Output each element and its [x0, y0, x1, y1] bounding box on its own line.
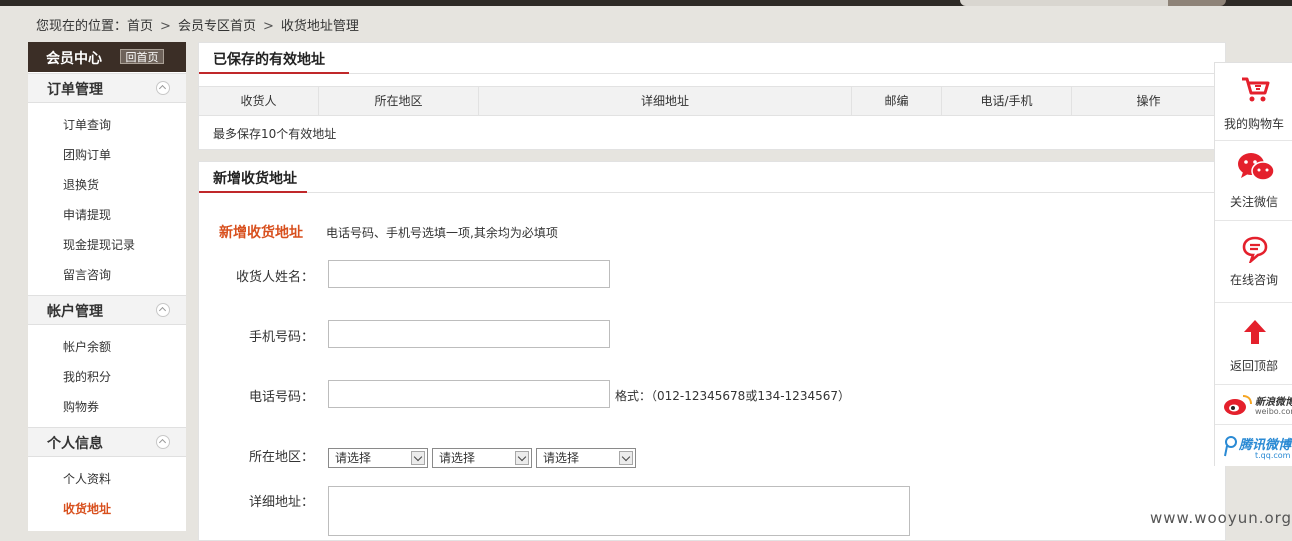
- shopping-cart-icon: [1242, 77, 1270, 102]
- chevron-down-icon[interactable]: [411, 451, 425, 465]
- region-label: 所在地区：: [248, 450, 314, 465]
- tencent-weibo-icon: [1224, 436, 1237, 457]
- sidebar-header: 会员中心 回首页: [28, 42, 186, 72]
- saved-addresses-panel: 已保存的有效地址 收货人 所在地区 详细地址 邮编 电话/手机 操作 最多保存1…: [198, 42, 1226, 150]
- form-title: 新增收货地址: [219, 225, 303, 241]
- form-hint: 电话号码、手机号选填一项,其余均为必填项: [326, 226, 558, 240]
- tencent-weibo-link[interactable]: 腾讯微博 t.qq.com: [1215, 425, 1292, 467]
- panel-title-bar: 已保存的有效地址: [199, 43, 1225, 74]
- sina-weibo-icon: [1224, 395, 1252, 415]
- address-label: 详细地址：: [248, 495, 314, 510]
- detailed-address-textarea[interactable]: [328, 486, 910, 536]
- breadcrumb-prefix: 您现在的位置：: [36, 19, 128, 34]
- max-address-note: 最多保存10个有效地址: [213, 127, 337, 141]
- address-table-header: 收货人 所在地区 详细地址 邮编 电话/手机 操作: [199, 86, 1225, 116]
- chevron-down-icon[interactable]: [515, 451, 529, 465]
- column-header: 电话/手机: [942, 87, 1072, 115]
- sidebar-item-withdraw-records[interactable]: 现金提现记录: [63, 235, 135, 255]
- search-button[interactable]: [1168, 0, 1226, 6]
- district-select[interactable]: 请选择: [536, 448, 636, 468]
- sidebar-item-order-query[interactable]: 订单查询: [63, 115, 111, 135]
- chevron-up-icon[interactable]: [156, 435, 170, 449]
- select-value: 请选择: [335, 451, 372, 465]
- sidebar-section-title: 订单管理: [47, 82, 103, 98]
- wechat-icon: [1238, 153, 1275, 181]
- sidebar-item-balance[interactable]: 帐户余额: [63, 337, 111, 357]
- breadcrumb-current: 收货地址管理: [280, 19, 359, 34]
- sidebar-item-points[interactable]: 我的积分: [63, 367, 111, 387]
- sidebar-section-title: 个人信息: [47, 436, 103, 452]
- consult-label: 在线咨询: [1229, 273, 1278, 287]
- sidebar-item-returns[interactable]: 退换货: [63, 175, 99, 195]
- column-header: 详细地址: [479, 87, 852, 115]
- search-input[interactable]: [960, 0, 1170, 6]
- chevron-down-icon[interactable]: [619, 451, 633, 465]
- title-underline: [199, 191, 307, 193]
- panel-title-bar: 新增收货地址: [199, 162, 1225, 193]
- breadcrumb-home-link[interactable]: 首页: [127, 19, 153, 34]
- sina-weibo-link[interactable]: 新浪微博 weibo.com: [1215, 385, 1292, 425]
- phone-label: 电话号码：: [248, 390, 314, 405]
- cart-label: 我的购物车: [1223, 117, 1284, 131]
- online-consult-link[interactable]: 在线咨询: [1215, 221, 1292, 303]
- breadcrumb-separator: >: [262, 19, 274, 34]
- breadcrumb-separator: >: [160, 19, 171, 34]
- sidebar-item-profile[interactable]: 个人资料: [63, 469, 111, 489]
- chevron-up-icon[interactable]: [156, 303, 170, 317]
- add-address-panel-title: 新增收货地址: [213, 171, 297, 187]
- sidebar-title: 会员中心: [46, 51, 102, 67]
- sidebar-item-coupons[interactable]: 购物券: [63, 397, 99, 417]
- back-to-top-label: 返回顶部: [1229, 359, 1278, 373]
- sidebar-section-account[interactable]: 帐户管理: [28, 295, 186, 325]
- column-header: 收货人: [199, 87, 319, 115]
- back-to-top-link[interactable]: 返回顶部: [1215, 303, 1292, 385]
- column-header: 操作: [1136, 94, 1161, 108]
- phone-format-hint: 格式：（012-12345678或134-1234567）: [615, 389, 850, 403]
- sidebar-item-withdraw-request[interactable]: 申请提现: [63, 205, 111, 225]
- sidebar-section-personal[interactable]: 个人信息: [28, 427, 186, 457]
- mobile-input[interactable]: [328, 320, 610, 348]
- floating-toolbar: 我的购物车 关注微信 在线咨询 返回顶部 新浪微博 weibo.co 腾讯微博 …: [1214, 62, 1292, 466]
- province-select[interactable]: 请选择: [328, 448, 428, 468]
- chat-bubble-icon: [1242, 236, 1268, 263]
- select-value: 请选择: [543, 451, 580, 465]
- breadcrumb: 您现在的位置：首页 > 会员专区首页 > 收货地址管理: [36, 18, 359, 36]
- wechat-label: 关注微信: [1229, 195, 1278, 209]
- cart-link[interactable]: 我的购物车: [1215, 63, 1292, 141]
- sidebar-item-group-orders[interactable]: 团购订单: [63, 145, 111, 165]
- sidebar-item-messages[interactable]: 留言咨询: [63, 265, 111, 285]
- city-select[interactable]: 请选择: [432, 448, 532, 468]
- chevron-up-icon[interactable]: [156, 81, 170, 95]
- name-label: 收货人姓名：: [235, 270, 314, 285]
- phone-input[interactable]: [328, 380, 610, 408]
- wechat-link[interactable]: 关注微信: [1215, 141, 1292, 221]
- title-underline: [199, 72, 349, 74]
- column-header: 所在地区: [319, 87, 479, 115]
- select-value: 请选择: [439, 451, 476, 465]
- add-address-panel: 新增收货地址 新增收货地址 电话号码、手机号选填一项,其余均为必填项 收货人姓名…: [198, 161, 1226, 541]
- member-sidebar: 会员中心 回首页 订单管理 订单查询 团购订单 退换货 申请提现 现金提现记录 …: [28, 42, 186, 531]
- tencent-weibo-sub: t.qq.com: [1255, 451, 1291, 460]
- sidebar-section-orders[interactable]: 订单管理: [28, 73, 186, 103]
- column-header: 邮编: [852, 87, 942, 115]
- saved-addresses-title: 已保存的有效地址: [213, 52, 325, 68]
- breadcrumb-member-link[interactable]: 会员专区首页: [178, 19, 256, 34]
- top-nav-bar: [0, 0, 1292, 6]
- back-home-button[interactable]: 回首页: [120, 49, 164, 64]
- recipient-name-input[interactable]: [328, 260, 610, 288]
- mobile-label: 手机号码：: [248, 330, 314, 345]
- arrow-up-icon: [1244, 320, 1266, 344]
- sidebar-item-addresses[interactable]: 收货地址: [63, 499, 111, 519]
- sidebar-section-title: 帐户管理: [47, 304, 103, 320]
- watermark: www.wooyun.org: [1150, 509, 1292, 527]
